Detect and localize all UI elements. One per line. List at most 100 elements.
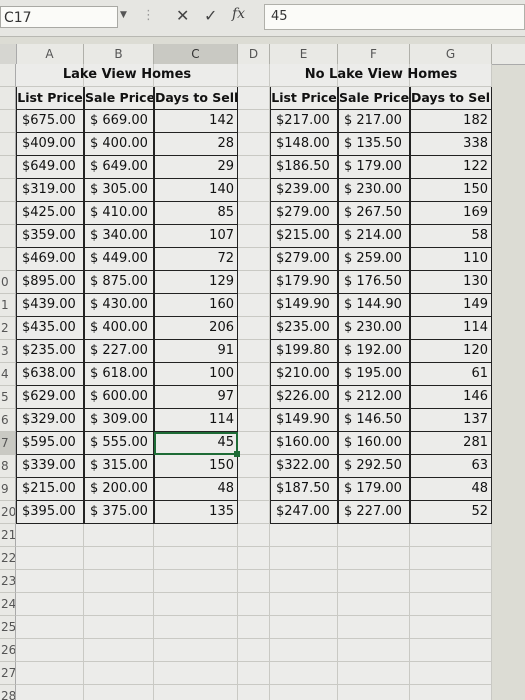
empty-cell[interactable] — [84, 593, 154, 616]
empty-cell[interactable] — [84, 524, 154, 547]
list-price-cell[interactable]: $359.00 — [16, 225, 84, 248]
empty-cell[interactable] — [238, 409, 270, 432]
row-header-19[interactable]: 9 — [0, 478, 16, 501]
sale-price-cell[interactable]: $ 410.00 — [84, 202, 154, 225]
empty-cell[interactable] — [238, 317, 270, 340]
column-header-g[interactable]: G — [410, 44, 492, 64]
empty-cell[interactable] — [270, 616, 338, 639]
days-to-sell-cell[interactable]: 61 — [410, 363, 492, 386]
sale-price-cell[interactable]: $ 309.00 — [84, 409, 154, 432]
row-header-22[interactable]: 22 — [0, 547, 16, 570]
sale-price-cell[interactable]: $ 400.00 — [84, 133, 154, 156]
empty-cell[interactable] — [410, 616, 492, 639]
empty-cell[interactable] — [84, 616, 154, 639]
sale-price-cell[interactable]: $ 146.50 — [338, 409, 410, 432]
sale-price-cell[interactable]: $ 227.00 — [84, 340, 154, 363]
sale-price-cell[interactable]: $ 375.00 — [84, 501, 154, 524]
sale-price-cell[interactable]: $ 160.00 — [338, 432, 410, 455]
empty-cell[interactable] — [154, 593, 238, 616]
sale-price-cell[interactable]: $ 649.00 — [84, 156, 154, 179]
empty-cell[interactable] — [270, 524, 338, 547]
sale-price-cell[interactable]: $ 214.00 — [338, 225, 410, 248]
empty-cell[interactable] — [338, 524, 410, 547]
list-price-cell[interactable]: $649.00 — [16, 156, 84, 179]
row-header-10[interactable]: 0 — [0, 271, 16, 294]
row-header-21[interactable]: 21 — [0, 524, 16, 547]
empty-cell[interactable] — [16, 524, 84, 547]
list-price-cell[interactable]: $235.00 — [16, 340, 84, 363]
empty-cell[interactable] — [410, 570, 492, 593]
column-label[interactable]: Sale Price — [338, 87, 410, 110]
empty-cell[interactable] — [84, 662, 154, 685]
row-header-24[interactable]: 24 — [0, 593, 16, 616]
days-to-sell-cell[interactable]: 28 — [154, 133, 238, 156]
days-to-sell-cell[interactable]: 48 — [410, 478, 492, 501]
empty-cell[interactable] — [338, 685, 410, 700]
empty-cell[interactable] — [16, 639, 84, 662]
empty-cell[interactable] — [84, 639, 154, 662]
sale-price-cell[interactable]: $ 449.00 — [84, 248, 154, 271]
empty-cell[interactable] — [270, 639, 338, 662]
empty-cell[interactable] — [338, 662, 410, 685]
empty-cell[interactable] — [238, 570, 270, 593]
empty-cell[interactable] — [238, 478, 270, 501]
row-header-12[interactable]: 2 — [0, 317, 16, 340]
empty-cell[interactable] — [154, 685, 238, 700]
sale-price-cell[interactable]: $ 600.00 — [84, 386, 154, 409]
chevron-down-icon[interactable]: ▼ — [120, 10, 127, 20]
sale-price-cell[interactable]: $ 212.00 — [338, 386, 410, 409]
empty-cell[interactable] — [238, 248, 270, 271]
empty-cell[interactable] — [238, 179, 270, 202]
sale-price-cell[interactable]: $ 192.00 — [338, 340, 410, 363]
sale-price-cell[interactable]: $ 259.00 — [338, 248, 410, 271]
sale-price-cell[interactable]: $ 200.00 — [84, 478, 154, 501]
empty-cell[interactable] — [410, 662, 492, 685]
row-header-26[interactable]: 26 — [0, 639, 16, 662]
x-icon[interactable]: ✕ — [176, 6, 189, 25]
empty-cell[interactable] — [270, 593, 338, 616]
empty-cell[interactable] — [16, 593, 84, 616]
empty-cell[interactable] — [270, 685, 338, 700]
empty-cell[interactable] — [154, 524, 238, 547]
sale-price-cell[interactable]: $ 430.00 — [84, 294, 154, 317]
formula-input[interactable]: 45 — [264, 4, 525, 30]
days-to-sell-cell[interactable]: 48 — [154, 478, 238, 501]
list-price-cell[interactable]: $187.50 — [270, 478, 338, 501]
row-header-4[interactable] — [0, 133, 16, 156]
row-header-1[interactable] — [0, 64, 16, 87]
column-label[interactable]: Days to Sell — [410, 87, 492, 110]
list-price-cell[interactable]: $149.90 — [270, 294, 338, 317]
list-price-cell[interactable]: $279.00 — [270, 248, 338, 271]
sale-price-cell[interactable]: $ 305.00 — [84, 179, 154, 202]
empty-cell[interactable] — [338, 616, 410, 639]
sale-price-cell[interactable]: $ 267.50 — [338, 202, 410, 225]
days-to-sell-cell[interactable]: 91 — [154, 340, 238, 363]
empty-cell[interactable] — [410, 639, 492, 662]
sale-price-cell[interactable]: $ 195.00 — [338, 363, 410, 386]
list-price-cell[interactable]: $217.00 — [270, 110, 338, 133]
sale-price-cell[interactable]: $ 144.90 — [338, 294, 410, 317]
days-to-sell-cell[interactable]: 150 — [410, 179, 492, 202]
row-header-2[interactable] — [0, 87, 16, 110]
list-price-cell[interactable]: $329.00 — [16, 409, 84, 432]
days-to-sell-cell[interactable]: 281 — [410, 432, 492, 455]
empty-cell[interactable] — [410, 685, 492, 700]
empty-cell[interactable] — [238, 639, 270, 662]
empty-cell[interactable] — [154, 547, 238, 570]
empty-cell[interactable] — [410, 547, 492, 570]
list-price-cell[interactable]: $425.00 — [16, 202, 84, 225]
sale-price-cell[interactable]: $ 227.00 — [338, 501, 410, 524]
sale-price-cell[interactable]: $ 179.00 — [338, 478, 410, 501]
list-price-cell[interactable]: $215.00 — [270, 225, 338, 248]
list-price-cell[interactable]: $439.00 — [16, 294, 84, 317]
column-header-c[interactable]: C — [154, 44, 238, 64]
sale-price-cell[interactable]: $ 669.00 — [84, 110, 154, 133]
row-header-13[interactable]: 3 — [0, 340, 16, 363]
empty-cell[interactable] — [238, 294, 270, 317]
list-price-cell[interactable]: $675.00 — [16, 110, 84, 133]
row-header-20[interactable]: 20 — [0, 501, 16, 524]
column-label[interactable]: Days to Sell — [154, 87, 238, 110]
empty-cell[interactable] — [270, 662, 338, 685]
empty-cell[interactable] — [154, 616, 238, 639]
active-cell[interactable]: 45 — [154, 432, 238, 455]
